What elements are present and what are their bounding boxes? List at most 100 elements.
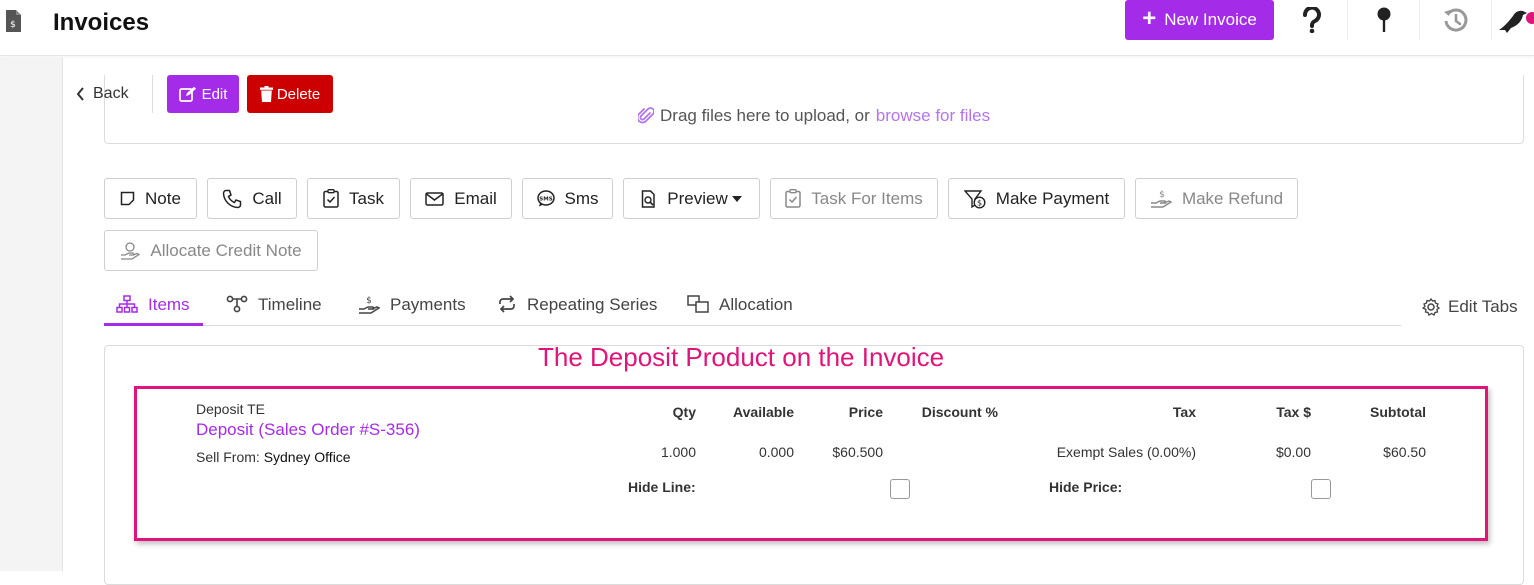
col-header-price: Price xyxy=(848,404,883,420)
note-label: Note xyxy=(145,188,181,208)
paperclip-icon xyxy=(638,107,654,124)
allocate-hand-icon xyxy=(121,241,141,260)
question-mark-icon xyxy=(1303,7,1321,33)
sell-from: Sell From: Sydney Office xyxy=(196,449,351,465)
email-label: Email xyxy=(454,188,497,208)
history-button[interactable] xyxy=(1420,0,1492,40)
tab-items-label: Items xyxy=(148,295,190,314)
clone-icon xyxy=(687,295,709,313)
sitemap-icon xyxy=(116,295,138,313)
col-header-subtotal: Subtotal xyxy=(1370,404,1426,420)
col-header-qty: Qty xyxy=(672,404,696,420)
gear-icon xyxy=(1422,298,1440,316)
cell-tax: Exempt Sales (0.00%) xyxy=(1056,444,1196,460)
tab-payments[interactable]: $ Payments xyxy=(358,295,466,326)
cell-tax-amount: $0.00 xyxy=(1275,444,1311,460)
trash-icon xyxy=(259,86,273,102)
edit-tabs-label: Edit Tabs xyxy=(1448,297,1518,316)
make-payment-button[interactable]: $ Make Payment xyxy=(948,178,1125,219)
make-refund-button[interactable]: $ Make Refund xyxy=(1135,178,1298,219)
phone-icon xyxy=(223,189,242,208)
tab-timeline[interactable]: Timeline xyxy=(226,295,322,326)
envelope-icon xyxy=(425,191,444,206)
back-link[interactable]: Back xyxy=(76,85,129,103)
svg-text:$: $ xyxy=(366,296,372,306)
divider xyxy=(152,75,153,113)
chevron-left-icon xyxy=(76,87,84,101)
left-gutter xyxy=(0,57,63,571)
refund-hand-icon: $ xyxy=(1150,190,1172,208)
document-search-icon xyxy=(642,189,656,208)
new-invoice-button[interactable]: + New Invoice xyxy=(1125,0,1274,40)
help-button[interactable] xyxy=(1276,0,1348,40)
annotation-caption: The Deposit Product on the Invoice xyxy=(538,342,945,372)
svg-text:$: $ xyxy=(1159,190,1165,200)
cell-qty: 1.000 xyxy=(660,444,696,460)
col-header-tax: Tax xyxy=(1172,404,1196,420)
tab-allocation-label: Allocation xyxy=(719,295,793,314)
call-button[interactable]: Call xyxy=(207,178,297,219)
payment-icon: $ xyxy=(963,189,986,209)
sell-from-value: Sydney Office xyxy=(263,449,351,465)
call-label: Call xyxy=(252,188,282,208)
delete-button[interactable]: Delete xyxy=(247,75,333,113)
repeat-icon xyxy=(499,295,515,313)
tab-payments-label: Payments xyxy=(390,295,466,314)
browse-files-link[interactable]: browse for files xyxy=(876,106,990,126)
preview-dropdown-button[interactable]: Preview xyxy=(623,178,760,219)
svg-text:$: $ xyxy=(10,20,16,30)
note-button[interactable]: Note xyxy=(104,178,197,219)
hide-line-label: Hide Line: xyxy=(628,479,696,495)
delete-label: Delete xyxy=(276,85,321,103)
edit-icon xyxy=(178,86,196,102)
allocate-credit-note-button[interactable]: Allocate Credit Note xyxy=(104,230,318,271)
svg-text:SMS: SMS xyxy=(539,197,552,203)
cell-available: 0.000 xyxy=(758,444,794,460)
sms-label: Sms xyxy=(564,188,599,208)
clipboard-check-icon xyxy=(785,189,802,208)
edit-tabs-button[interactable]: Edit Tabs xyxy=(1422,297,1518,317)
email-button[interactable]: Email xyxy=(410,178,512,219)
dropzone-label: Drag files here to upload, or xyxy=(660,106,870,125)
clipboard-check-icon xyxy=(323,189,339,208)
pin-icon xyxy=(1377,7,1391,32)
bird-avatar-icon xyxy=(1499,10,1534,33)
col-header-tax-amount: Tax $ xyxy=(1276,404,1311,420)
allocate-credit-note-label: Allocate Credit Note xyxy=(150,240,302,260)
task-button[interactable]: Task xyxy=(307,178,400,219)
hide-price-label: Hide Price: xyxy=(1049,479,1123,495)
history-icon xyxy=(1444,8,1468,32)
make-refund-label: Make Refund xyxy=(1181,188,1284,208)
cell-subtotal: $60.50 xyxy=(1383,444,1426,460)
tab-repeating-series[interactable]: Repeating Series xyxy=(497,295,657,326)
task-for-items-button[interactable]: Task For Items xyxy=(770,178,938,219)
back-label: Back xyxy=(93,85,129,102)
task-for-items-label: Task For Items xyxy=(811,188,923,208)
page-title: Invoices xyxy=(53,9,150,36)
note-icon xyxy=(120,191,135,206)
make-payment-label: Make Payment xyxy=(995,188,1110,208)
task-label: Task xyxy=(349,188,384,208)
sms-button[interactable]: SMS Sms xyxy=(522,178,613,219)
timeline-icon xyxy=(226,295,248,313)
item-name-link[interactable]: Deposit (Sales Order #S-356) xyxy=(196,420,420,440)
edit-button[interactable]: Edit xyxy=(167,75,239,113)
tab-items[interactable]: Items xyxy=(104,295,203,326)
user-menu-button[interactable] xyxy=(1492,0,1534,40)
sms-bubble-icon: SMS xyxy=(536,190,555,207)
payment-hand-icon: $ xyxy=(359,296,380,314)
tab-timeline-label: Timeline xyxy=(258,295,322,314)
col-header-available: Available xyxy=(733,404,794,420)
preview-label: Preview xyxy=(667,188,728,208)
tab-repeating-series-label: Repeating Series xyxy=(527,295,658,314)
tab-allocation[interactable]: Allocation xyxy=(687,295,793,326)
sell-from-label: Sell From: xyxy=(196,449,260,465)
hide-line-checkbox[interactable] xyxy=(890,479,910,499)
pin-button[interactable] xyxy=(1348,0,1420,40)
cell-price: $60.500 xyxy=(832,444,883,460)
plus-icon: + xyxy=(1142,4,1157,32)
item-sku: Deposit TE xyxy=(196,401,265,417)
top-bar: $ Invoices + New Invoice xyxy=(0,0,1534,56)
caret-down-icon xyxy=(731,195,742,202)
hide-price-checkbox[interactable] xyxy=(1311,479,1331,499)
